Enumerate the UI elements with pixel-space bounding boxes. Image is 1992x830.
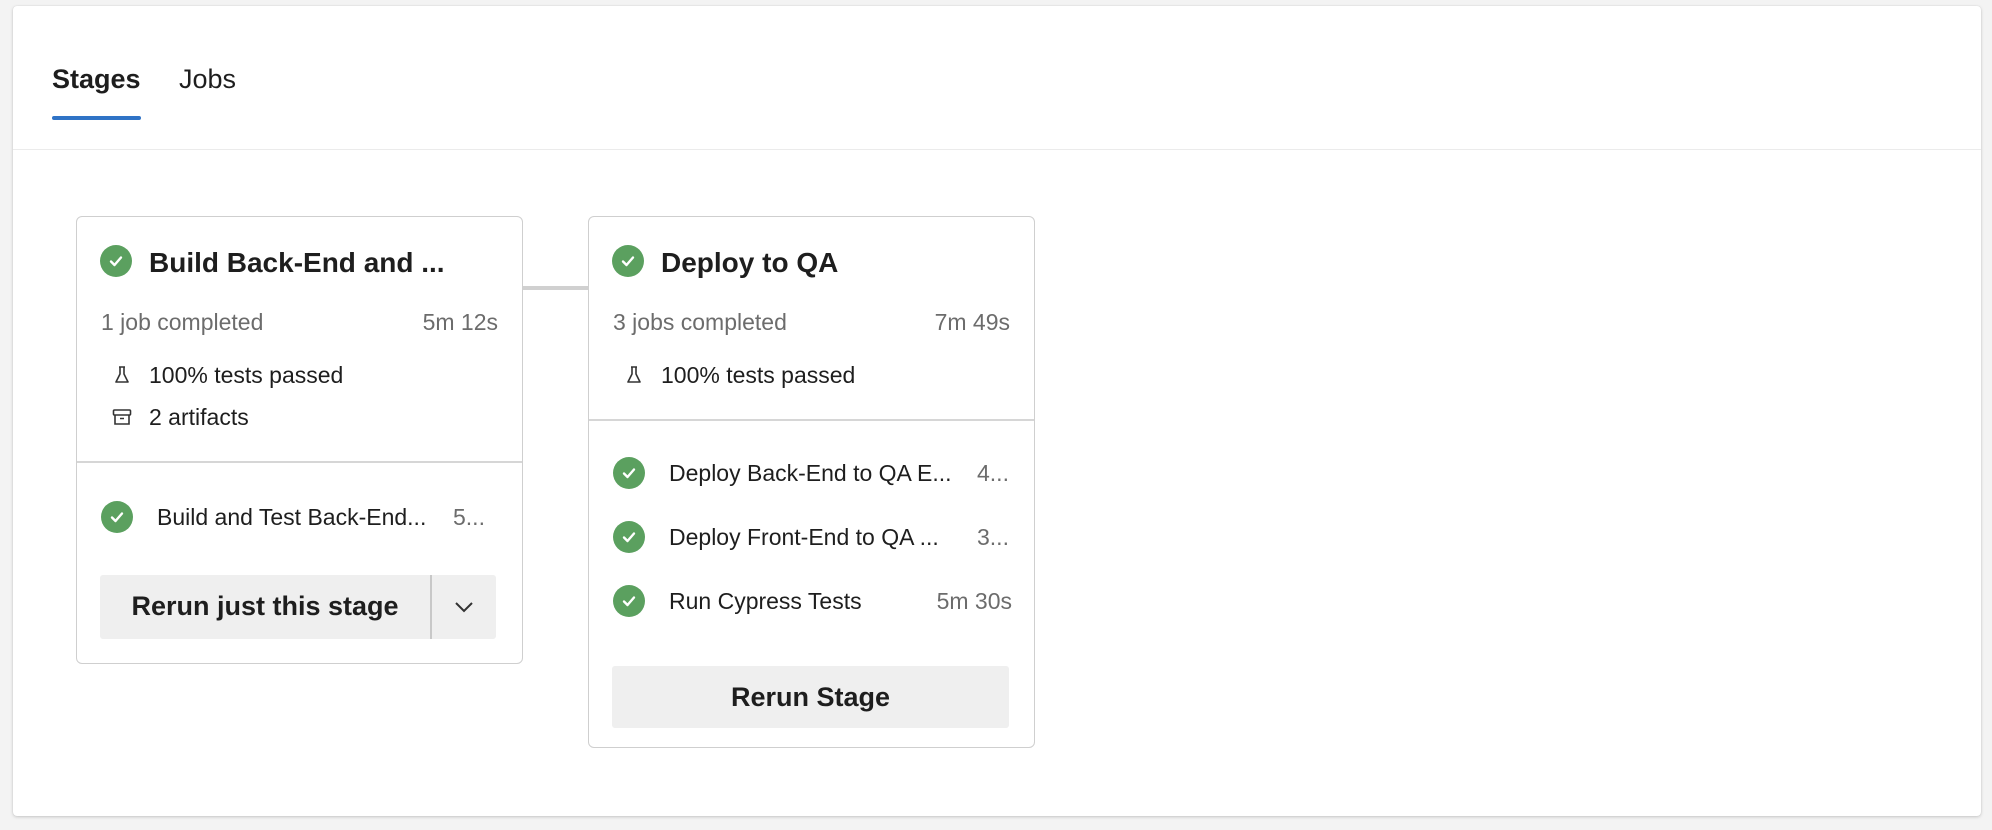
job-name: Run Cypress Tests [669,588,862,614]
job-row[interactable]: Run Cypress Tests 5m 30s [613,583,1012,619]
flask-icon [627,366,641,383]
stage-meta: 1 job completed 5m 12s [101,307,498,337]
stage-title[interactable]: Build Back-End and ... [149,245,499,281]
check-circle-icon [613,521,645,553]
tab-bar: Stages Jobs [13,6,1981,150]
check-circle-icon [613,585,645,617]
chevron-down-icon [455,602,473,613]
tab-stages-label: Stages [52,64,141,94]
stage-card-build[interactable]: Build Back-End and ... 1 job completed 5… [76,216,523,664]
stage-duration: 7m 49s [934,309,1010,335]
rerun-options-dropdown[interactable] [432,575,496,639]
jobs-summary: 3 jobs completed [613,309,787,335]
job-duration: 4... [977,460,1009,486]
job-name: Build and Test Back-End... [157,504,427,530]
job-row[interactable]: Deploy Front-End to QA ... 3... [613,519,1012,555]
check-circle-icon [101,501,133,533]
flask-icon [115,366,129,383]
tab-jobs[interactable]: Jobs [179,62,236,124]
job-name: Deploy Front-End to QA ... [669,524,939,550]
check-circle-icon [612,245,644,277]
archive-box-icon [112,409,132,425]
card-divider [589,419,1034,421]
stage-duration: 5m 12s [422,309,498,335]
job-name: Deploy Back-End to QA E... [669,460,952,486]
job-duration: 3... [977,524,1009,550]
rerun-stage-button[interactable]: Rerun Stage [612,666,1009,728]
job-row[interactable]: Build and Test Back-End... 5... [101,499,500,535]
tests-label: 100% tests passed [149,362,344,388]
pipeline-panel: Stages Jobs Build Back-End and ... 1 job… [13,6,1981,816]
artifacts-label: 2 artifacts [149,404,249,430]
tests-label: 100% tests passed [661,362,856,388]
job-row[interactable]: Deploy Back-End to QA E... 4... [613,455,1012,491]
check-circle-icon [613,457,645,489]
job-duration: 5... [453,504,485,530]
stage-card-deploy-qa[interactable]: Deploy to QA 3 jobs completed 7m 49s 100… [588,216,1035,748]
rerun-stage-split-button: Rerun just this stage [100,575,496,639]
check-circle-icon [100,245,132,277]
job-duration: 5m 30s [936,588,1012,614]
stage-title[interactable]: Deploy to QA [661,245,1011,281]
rerun-just-this-stage-button[interactable]: Rerun just this stage [100,575,430,639]
active-tab-indicator [52,116,141,120]
card-divider [77,461,522,463]
jobs-summary: 1 job completed [101,309,264,335]
tab-jobs-label: Jobs [179,64,237,94]
stage-meta: 3 jobs completed 7m 49s [613,307,1010,337]
tab-stages[interactable]: Stages [52,62,141,124]
